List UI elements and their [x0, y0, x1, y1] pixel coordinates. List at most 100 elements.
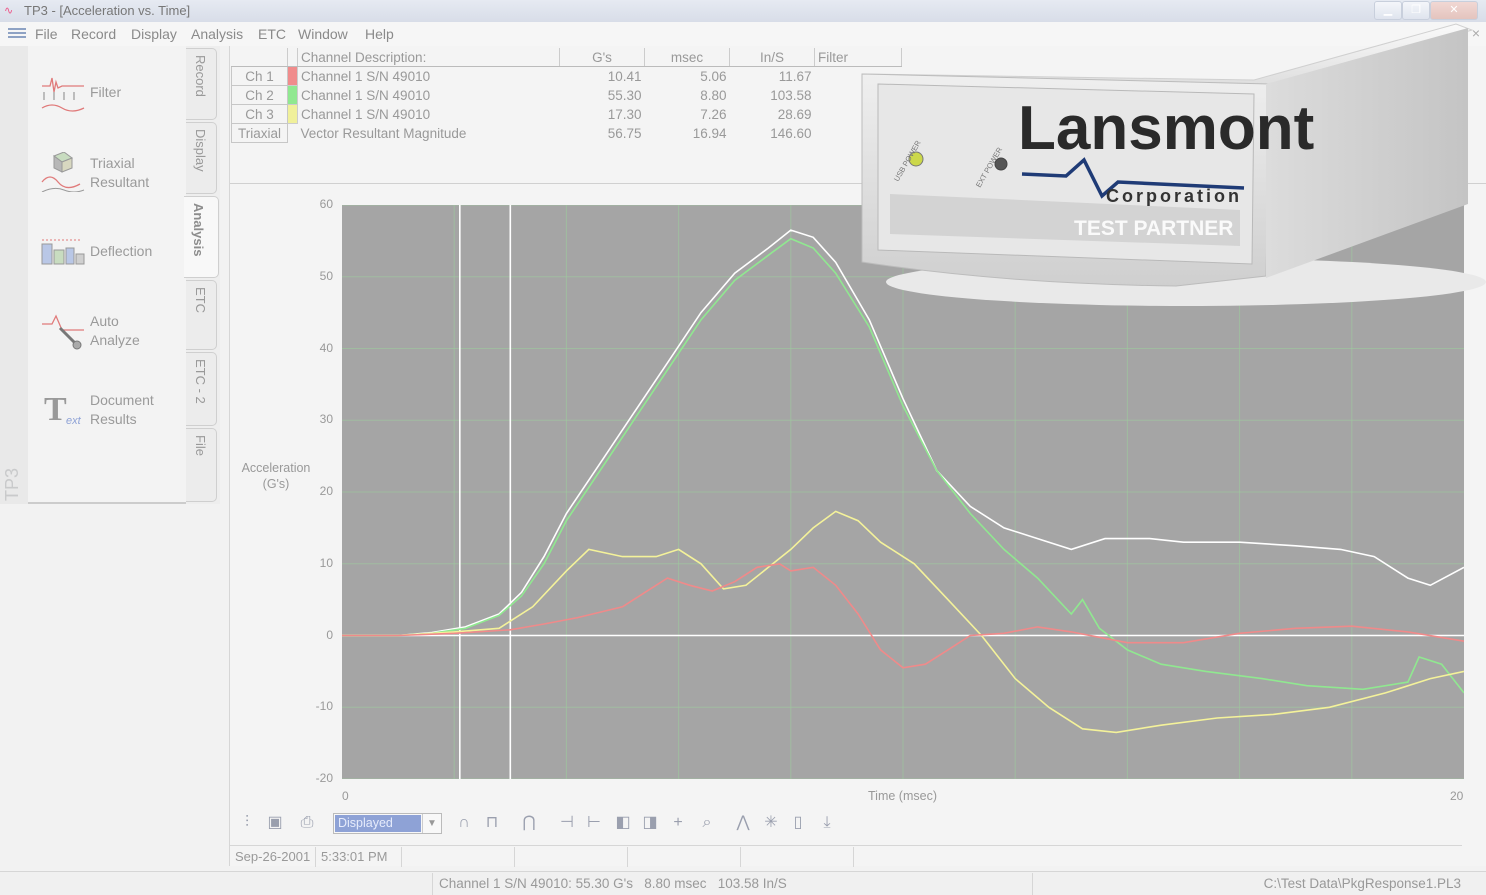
peak-icon[interactable]: ⋀: [732, 813, 754, 833]
menu-window[interactable]: Window: [298, 26, 348, 42]
x-tick-label: 0: [342, 789, 349, 803]
velocity-ins: 146.60: [770, 125, 812, 141]
peak-msec: 16.94: [692, 125, 727, 141]
tool-label-line2: Analyze: [90, 332, 140, 348]
header-gs[interactable]: G's: [559, 48, 645, 67]
trapezoid-icon[interactable]: ⋂: [518, 813, 540, 833]
tool-label: Deflection: [90, 243, 153, 259]
y-tick-label: -10: [315, 699, 333, 714]
analysis-tool-panel: Filter Triaxial Resultant Deflection Auto…: [28, 46, 187, 504]
tab-label: ETC - 2: [193, 359, 208, 404]
tab-etc[interactable]: ETC: [186, 280, 217, 350]
brand-strip: TP3: [0, 46, 29, 504]
y-tick-label: 30: [319, 412, 333, 427]
y-tick-label: 20: [319, 484, 333, 498]
auto-analyze-icon: [42, 314, 84, 350]
waveform-icon: ∿: [4, 5, 14, 17]
x-axis-label: Time (msec): [868, 789, 937, 803]
channel-button[interactable]: Ch 3: [231, 104, 288, 124]
filter-tool[interactable]: Filter: [38, 68, 183, 118]
tab-label: Analysis: [191, 203, 206, 257]
cursor-right-icon[interactable]: ⊢: [583, 813, 605, 833]
fill-right-icon[interactable]: ◨: [639, 813, 661, 833]
header-description[interactable]: Channel Description:: [297, 48, 560, 67]
menu-analysis[interactable]: Analysis: [191, 26, 243, 42]
chart-props-icon[interactable]: ⫶: [236, 813, 258, 833]
tool-label-line1: Document: [90, 392, 154, 408]
print-icon[interactable]: ⎙: [296, 813, 318, 833]
sparkle-icon[interactable]: ✳: [760, 813, 782, 833]
channel-color-swatch[interactable]: [287, 66, 298, 86]
channel-color-swatch[interactable]: [287, 85, 298, 105]
table-row[interactable]: Ch 3 Channel 1 S/N 49010 17.30 7.26 28.6…: [231, 104, 902, 124]
header-swatch: [287, 48, 298, 67]
lansmont-logo-text: Lansmont: [1018, 94, 1314, 163]
triaxial-resultant-tool[interactable]: Triaxial Resultant: [38, 148, 183, 198]
y-tick-label: 10: [319, 555, 333, 570]
export-icon[interactable]: ⤓: [816, 813, 838, 833]
fill-left-icon[interactable]: ◧: [612, 813, 634, 833]
velocity-ins: 28.69: [777, 106, 812, 122]
tool-label: Document Results: [90, 391, 154, 429]
view-select[interactable]: Displayed ▼: [333, 813, 442, 834]
half-sine-icon[interactable]: ∩: [453, 813, 475, 833]
tab-label: ETC: [193, 287, 208, 313]
menu-record[interactable]: Record: [71, 26, 116, 42]
channel-table-header: Channel Description: G's msec In/S Filte…: [231, 48, 902, 67]
document-text-icon: T ext: [44, 391, 82, 428]
peak-gs: 55.30: [607, 87, 642, 103]
tab-analysis[interactable]: Analysis: [184, 196, 219, 278]
peak-msec: 7.26: [700, 106, 727, 122]
tool-label-line2: Resultant: [90, 174, 150, 190]
tab-label: Record: [193, 55, 208, 97]
x-tick-label: 20: [1450, 789, 1464, 803]
square-pulse-icon[interactable]: ⊓: [481, 813, 503, 833]
channel-button[interactable]: Ch 1: [231, 66, 288, 86]
menu-file[interactable]: File: [35, 26, 58, 42]
table-row[interactable]: Ch 2 Channel 1 S/N 49010 55.30 8.80 103.…: [231, 85, 902, 105]
menu-display[interactable]: Display: [131, 26, 177, 42]
view-select-value: Displayed: [335, 815, 421, 832]
crosshair-icon[interactable]: +: [667, 813, 689, 833]
window-icon[interactable]: ▯: [787, 813, 809, 833]
document-results-tool[interactable]: T ext Document Results: [38, 384, 183, 434]
channel-description: Channel 1 S/N 49010: [301, 87, 431, 103]
tab-label: Display: [193, 129, 208, 172]
chevron-down-icon[interactable]: ▼: [422, 814, 441, 833]
menu-help[interactable]: Help: [365, 26, 394, 42]
chart-status-bar: Sep-26-2001 5:33:01 PM: [230, 845, 1462, 868]
channel-button[interactable]: Ch 2: [231, 85, 288, 105]
header-channel: [231, 48, 288, 67]
tab-label: File: [193, 435, 208, 456]
channel-description: Channel 1 S/N 49010: [301, 68, 431, 84]
tab-record[interactable]: Record: [186, 48, 217, 120]
status-time: 5:33:01 PM: [316, 847, 402, 867]
y-tick-label: 40: [319, 340, 333, 355]
deflection-tool[interactable]: Deflection: [38, 226, 183, 276]
filter-icon: [41, 77, 85, 112]
mdi-window-icon[interactable]: [8, 28, 26, 40]
tab-file[interactable]: File: [186, 428, 217, 502]
header-msec[interactable]: msec: [644, 48, 730, 67]
status-cell: [515, 847, 628, 867]
channel-button[interactable]: Triaxial: [231, 123, 288, 143]
status-cell: [402, 847, 515, 867]
header-ins[interactable]: In/S: [729, 48, 815, 67]
tool-label-line2: Results: [90, 411, 137, 427]
test-partner-device-image: USB POWER EXT POWER Lansmont Corporation…: [856, 14, 1486, 314]
table-row[interactable]: Ch 1 Channel 1 S/N 49010 10.41 5.06 11.6…: [231, 66, 902, 86]
zoom-icon[interactable]: ⌕: [696, 813, 718, 833]
menu-etc[interactable]: ETC: [258, 26, 286, 42]
copy-image-icon[interactable]: ▣: [264, 813, 286, 833]
tab-etc-2[interactable]: ETC - 2: [186, 352, 217, 426]
y-tick-label: 50: [319, 268, 333, 283]
channel-color-swatch[interactable]: [287, 104, 298, 124]
deflection-icon: [41, 239, 85, 265]
peak-gs: 17.30: [607, 106, 642, 122]
tab-display[interactable]: Display: [186, 122, 217, 194]
cursor-left-icon[interactable]: ⊣: [556, 813, 578, 833]
auto-analyze-tool[interactable]: Auto Analyze: [38, 306, 183, 356]
tool-label: Auto Analyze: [90, 312, 140, 350]
table-row[interactable]: Triaxial Vector Resultant Magnitude 56.7…: [231, 123, 902, 143]
y-axis-label-line1: Acceleration: [241, 461, 311, 475]
